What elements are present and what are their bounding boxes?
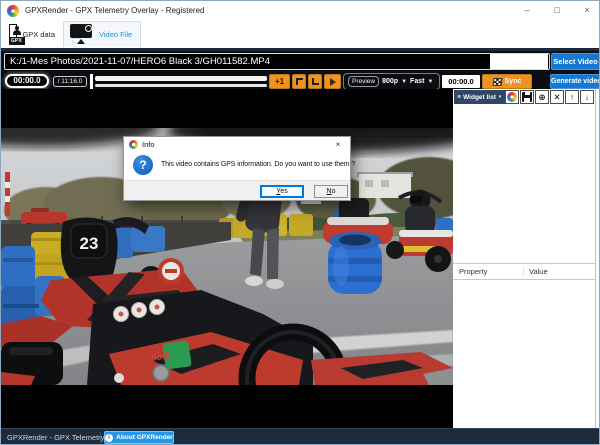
- widget-list-dropdown[interactable]: ≡ Widget list ▾: [454, 90, 505, 104]
- widget-theme-button[interactable]: [505, 90, 519, 104]
- tab-gpx-label: GPX data: [22, 30, 55, 39]
- plus-one-frame-button[interactable]: +1: [269, 74, 290, 89]
- widget-panel: ≡ Widget list ▾ ⊕ ✕ ↑ ↓ Property Value: [453, 89, 600, 428]
- dialog-close-button[interactable]: ×: [331, 140, 345, 149]
- window-title: GPXRender - GPX Telemetry Overlay - Regi…: [25, 1, 204, 21]
- delete-widget-button[interactable]: ✕: [550, 90, 564, 104]
- about-button-label: About GPXRender: [116, 434, 173, 441]
- dialog-title-bar: Info ×: [124, 137, 350, 152]
- speed-dropdown-icon[interactable]: ▼: [427, 79, 433, 85]
- blue-tire-stack: [328, 232, 382, 294]
- property-column-header: Property: [453, 267, 523, 276]
- hamburger-icon: ≡: [457, 94, 461, 101]
- close-button[interactable]: ×: [573, 1, 600, 21]
- path-field-endcap: [490, 54, 548, 69]
- gpx-file-icon: GPX: [9, 24, 17, 45]
- maximize-button[interactable]: □: [543, 1, 571, 21]
- save-icon: [522, 92, 532, 102]
- mark-end-icon: [312, 78, 319, 85]
- widget-list-area[interactable]: [453, 105, 596, 263]
- status-bar: GPXRender - GPX Telemetry Overlay i Abou…: [1, 428, 599, 445]
- play-icon: [330, 78, 336, 86]
- yes-button[interactable]: Yes: [260, 185, 304, 198]
- tab-gpx-data[interactable]: GPX GPX data: [3, 21, 61, 47]
- seek-handle[interactable]: [90, 74, 93, 89]
- title-bar: GPXRender - GPX Telemetry Overlay - Regi…: [1, 1, 599, 21]
- add-widget-button[interactable]: ⊕: [535, 90, 549, 104]
- app-window: GPXRender - GPX Telemetry Overlay - Regi…: [0, 0, 600, 445]
- colorful-pinwheel-icon: [507, 92, 517, 102]
- minimize-button[interactable]: –: [513, 1, 541, 21]
- current-timecode: 00:00.0: [5, 74, 49, 88]
- tab-bar: GPX GPX data Video File: [1, 21, 599, 48]
- panel-scroll-gutter: [595, 89, 596, 428]
- property-table-body: [453, 280, 596, 428]
- resolution-select[interactable]: 800p: [382, 78, 398, 85]
- video-toolbar-strip: K:/1-Mes Photos/2021-11-07/HERO6 Black 3…: [1, 48, 599, 89]
- speed-select[interactable]: Fast: [410, 78, 424, 85]
- status-divider: [100, 432, 101, 443]
- sync-timecode-field[interactable]: 00:00.0: [442, 75, 480, 88]
- resolution-dropdown-icon[interactable]: ▼: [401, 79, 407, 85]
- generate-video-button[interactable]: Generate video: [550, 74, 600, 89]
- about-button[interactable]: i About GPXRender: [104, 431, 174, 444]
- preview-settings-group: Preview 800p ▼ Fast ▼: [343, 73, 440, 90]
- property-table-header: Property Value: [453, 263, 596, 280]
- dialog-message: This video contains GPS information. Do …: [161, 161, 355, 168]
- dialog-title: Info: [142, 140, 155, 149]
- preview-label: Preview: [348, 76, 379, 87]
- track-pole: [5, 172, 10, 216]
- move-widget-down-button[interactable]: ↓: [580, 90, 594, 104]
- no-button[interactable]: No: [314, 185, 348, 198]
- camera-icon: [70, 24, 94, 45]
- sync-button[interactable]: Sync: [482, 74, 532, 89]
- kart-number: 23: [80, 234, 99, 253]
- play-button[interactable]: [324, 74, 341, 89]
- select-video-button[interactable]: Select Video: [551, 53, 600, 70]
- mark-start-icon: [296, 78, 303, 85]
- app-logo-icon: [7, 5, 19, 17]
- widget-list-label: Widget list: [463, 94, 496, 101]
- video-path-field[interactable]: K:/1-Mes Photos/2021-11-07/HERO6 Black 3…: [4, 53, 550, 70]
- tab-video-file[interactable]: Video File: [63, 21, 141, 47]
- move-widget-up-button[interactable]: ↑: [565, 90, 579, 104]
- seek-secondary-bar: [95, 84, 267, 87]
- dialog-footer: Yes No: [124, 180, 350, 200]
- tab-video-label: Video File: [99, 30, 132, 39]
- mark-start-button[interactable]: [292, 74, 306, 89]
- info-dialog: Info × ? This video contains GPS informa…: [123, 136, 351, 201]
- question-icon: ?: [133, 155, 153, 175]
- info-icon: i: [105, 434, 113, 442]
- seek-bar[interactable]: [90, 74, 268, 89]
- checkered-flag-icon: [492, 78, 502, 86]
- dialog-app-icon: [129, 140, 138, 149]
- total-duration: / 11:16.0: [53, 76, 87, 87]
- value-column-header: Value: [523, 267, 596, 276]
- mark-end-button[interactable]: [308, 74, 322, 89]
- seek-progress-bar: [95, 76, 267, 81]
- save-widgets-button[interactable]: [520, 90, 534, 104]
- caret-down-icon: ▾: [499, 94, 502, 100]
